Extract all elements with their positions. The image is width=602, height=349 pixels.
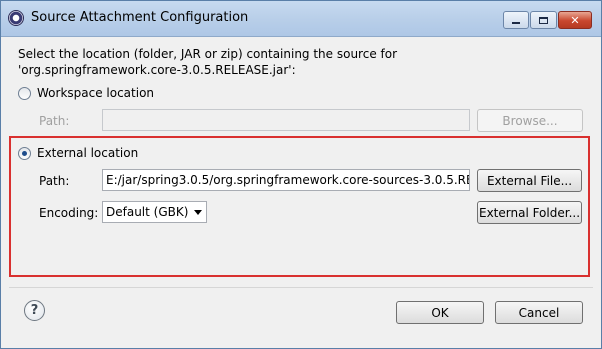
external-location-label[interactable]: External location bbox=[37, 146, 138, 160]
eclipse-icon bbox=[8, 10, 24, 26]
workspace-path-label: Path: bbox=[39, 114, 70, 128]
external-folder-button[interactable]: External Folder... bbox=[477, 201, 582, 224]
title-bar[interactable]: Source Attachment Configuration ✕ bbox=[1, 1, 601, 37]
browse-button[interactable]: Browse... bbox=[477, 109, 583, 132]
workspace-location-label[interactable]: Workspace location bbox=[37, 86, 154, 100]
maximize-icon bbox=[539, 16, 548, 24]
encoding-value: Default (GBK) bbox=[106, 205, 189, 219]
external-file-button[interactable]: External File... bbox=[477, 169, 582, 192]
close-icon: ✕ bbox=[570, 13, 580, 27]
description-line-1: Select the location (folder, JAR or zip)… bbox=[18, 47, 398, 61]
minimize-button[interactable] bbox=[503, 11, 529, 29]
ok-button[interactable]: OK bbox=[396, 301, 484, 324]
encoding-select[interactable]: Default (GBK) bbox=[102, 201, 207, 223]
external-path-label: Path: bbox=[39, 174, 70, 188]
chevron-down-icon bbox=[194, 210, 202, 215]
maximize-button[interactable] bbox=[530, 11, 557, 29]
cancel-button[interactable]: Cancel bbox=[495, 301, 583, 324]
dialog-window: Source Attachment Configuration ✕ Select… bbox=[0, 0, 602, 349]
footer-separator bbox=[9, 287, 593, 288]
encoding-label: Encoding: bbox=[39, 206, 99, 220]
workspace-path-input[interactable] bbox=[102, 109, 470, 131]
help-icon[interactable]: ? bbox=[24, 300, 45, 321]
description-line-2: 'org.springframework.core-3.0.5.RELEASE.… bbox=[18, 63, 296, 77]
external-path-input[interactable]: E:/jar/spring3.0.5/org.springframework.c… bbox=[102, 169, 470, 191]
external-location-radio[interactable] bbox=[18, 147, 31, 160]
minimize-icon bbox=[512, 22, 520, 24]
close-button[interactable]: ✕ bbox=[558, 11, 592, 29]
workspace-location-radio[interactable] bbox=[18, 87, 31, 100]
dialog-title: Source Attachment Configuration bbox=[31, 10, 249, 25]
